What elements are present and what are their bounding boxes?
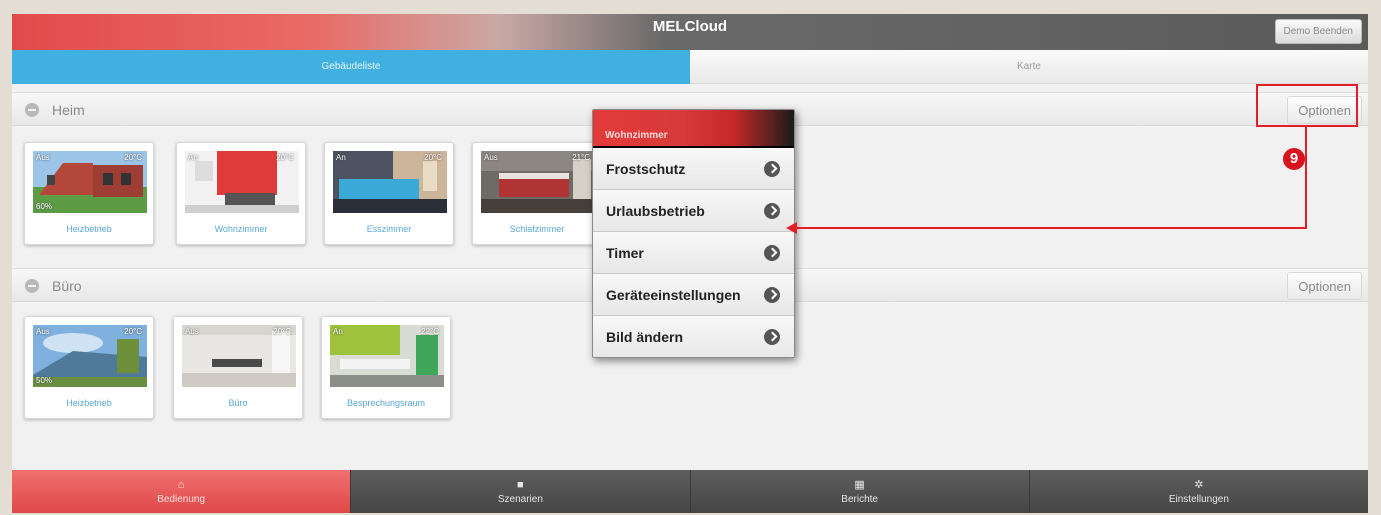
demo-end-button[interactable]: Demo Beenden (1274, 19, 1362, 44)
grid-icon: ▦ (854, 479, 865, 491)
room-temperature: 20°C (273, 327, 291, 336)
annotation-badge: 9 (1283, 148, 1305, 170)
section-title: Heim (52, 102, 85, 118)
chevron-right-icon (764, 287, 780, 303)
chevron-right-icon (764, 203, 780, 219)
annotation-connector-line (1305, 127, 1307, 228)
gear-icon: ✲ (1194, 479, 1204, 491)
menu-item-frostschutz[interactable]: Frostschutz (593, 148, 794, 190)
menu-item-label: Urlaubsbetrieb (606, 203, 705, 219)
room-label: Heizbetrieb (66, 398, 112, 408)
room-tile-heizbetrieb-buero[interactable]: Aus 20°C 50% Heizbetrieb (24, 316, 154, 419)
section-title: Büro (52, 278, 82, 294)
room-tile-besprechungsraum[interactable]: An 22°C Besprechungsraum (321, 316, 451, 419)
room-temperature: 20°C (424, 153, 442, 162)
chevron-right-icon (764, 329, 780, 345)
room-temperature: 22°C (421, 327, 439, 336)
video-icon: ■ (517, 479, 524, 491)
room-humidity: 60% (36, 202, 53, 211)
room-label: Wohnzimmer (214, 224, 268, 234)
room-status: Aus (36, 153, 50, 162)
room-temperature: 20°C (276, 153, 294, 162)
room-status: An (333, 327, 343, 336)
chevron-right-icon (764, 245, 780, 261)
room-tile-heizbetrieb[interactable]: Aus 20°C 60% Heizbetrieb (24, 142, 154, 245)
home-icon: ⌂ (177, 479, 185, 491)
nav-berichte[interactable]: ▦ Berichte (689, 470, 1029, 513)
room-status: An (336, 153, 346, 162)
room-label: Schlafzimmer (509, 224, 565, 234)
top-bar: MELCloud Demo Beenden (12, 14, 1368, 50)
room-humidity: 50% (36, 376, 53, 385)
menu-item-urlaubsbetrieb[interactable]: Urlaubsbetrieb (593, 190, 794, 232)
room-tile-buero[interactable]: Aus 20°C Büro (173, 316, 303, 419)
nav-einstellungen[interactable]: ✲ Einstellungen (1028, 470, 1368, 513)
menu-item-timer[interactable]: Timer (593, 232, 794, 274)
room-label: Esszimmer (366, 224, 412, 234)
nav-label: Einstellungen (1168, 494, 1229, 505)
menu-item-geraeteeinstellungen[interactable]: Geräteeinstellungen (593, 274, 794, 316)
app-title: MELCloud (652, 18, 728, 35)
room-status: Aus (185, 327, 199, 336)
room-tile-esszimmer[interactable]: An 20°C Esszimmer (324, 142, 454, 245)
menu-item-bild-aendern[interactable]: Bild ändern (593, 316, 794, 357)
room-options-menu: Wohnzimmer Frostschutz Urlaubsbetrieb Ti… (592, 109, 795, 358)
nav-szenarien[interactable]: ■ Szenarien (350, 470, 690, 513)
bottom-nav: ⌂ Bedienung ■ Szenarien ▦ Berichte ✲ Ein… (12, 470, 1368, 513)
room-status: Aus (36, 327, 50, 336)
collapse-icon[interactable] (25, 103, 39, 117)
room-label: Heizbetrieb (66, 224, 112, 234)
options-button-buero[interactable]: Optionen (1287, 272, 1362, 300)
room-status: An (188, 153, 198, 162)
room-tile-schlafzimmer[interactable]: Aus 21°C Schlafzimmer (472, 142, 602, 245)
menu-item-label: Geräteeinstellungen (606, 287, 741, 303)
room-label: Besprechungsraum (346, 398, 426, 408)
chevron-right-icon (764, 161, 780, 177)
room-temperature: 20°C (124, 153, 142, 162)
collapse-icon[interactable] (25, 279, 39, 293)
annotation-connector-line (796, 227, 1307, 229)
nav-label: Bedienung (157, 494, 206, 505)
room-temperature: 21°C (572, 153, 590, 162)
tab-building-list[interactable]: Gebäudeliste (12, 50, 690, 84)
menu-title: Wohnzimmer (593, 110, 794, 148)
annotation-arrowhead-icon (786, 222, 797, 234)
menu-item-label: Bild ändern (606, 329, 684, 345)
menu-item-label: Frostschutz (606, 161, 686, 177)
room-label: Büro (228, 398, 248, 408)
nav-label: Szenarien (497, 494, 543, 505)
annotation-highlight-box (1256, 84, 1358, 127)
menu-item-label: Timer (606, 245, 644, 261)
nav-label: Berichte (841, 494, 878, 505)
room-tile-wohnzimmer[interactable]: An 20°C Wohnzimmer (176, 142, 306, 245)
nav-bedienung[interactable]: ⌂ Bedienung (12, 470, 351, 513)
room-temperature: 20°C (124, 327, 142, 336)
room-status: Aus (484, 153, 498, 162)
tab-map[interactable]: Karte (690, 50, 1368, 84)
tab-bar: Gebäudeliste Karte (12, 50, 1368, 84)
app-frame: MELCloud Demo Beenden Gebäudeliste Karte… (12, 14, 1368, 513)
